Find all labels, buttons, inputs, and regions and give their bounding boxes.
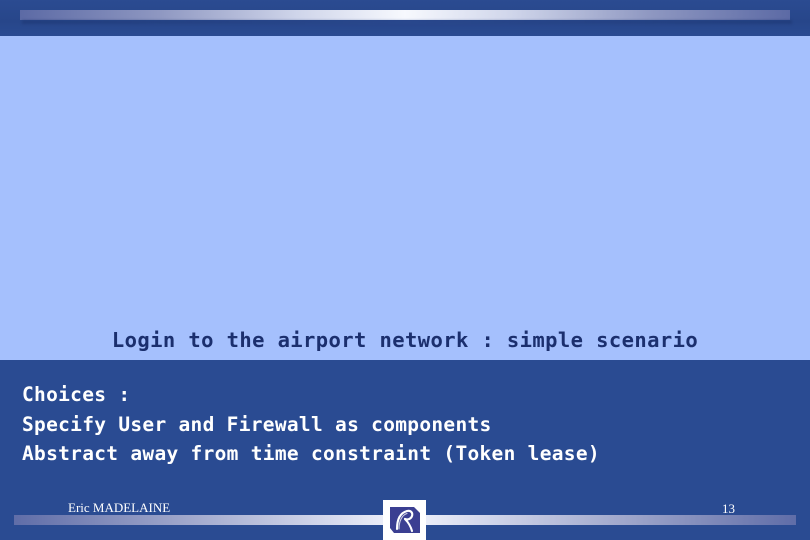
body-line-1: Choices : xyxy=(22,383,131,406)
presentation-slide: Login to the airport network : simple sc… xyxy=(0,0,810,540)
body-line-3: Abstract away from time constraint (Toke… xyxy=(22,442,600,465)
top-banner-gradient-stripe xyxy=(20,10,790,20)
footer-page-number: 13 xyxy=(722,501,735,516)
slide-title: Login to the airport network : simple sc… xyxy=(111,328,699,352)
footer-author: Eric MADELAINE xyxy=(68,500,171,515)
body-line-2: Specify User and Firewall as components xyxy=(22,412,492,436)
slide-body: Choices : Specify User and Firewall as c… xyxy=(22,380,792,469)
inria-logo-icon xyxy=(383,500,426,540)
top-banner-stripe-shadow xyxy=(22,20,792,24)
top-banner xyxy=(0,0,810,36)
